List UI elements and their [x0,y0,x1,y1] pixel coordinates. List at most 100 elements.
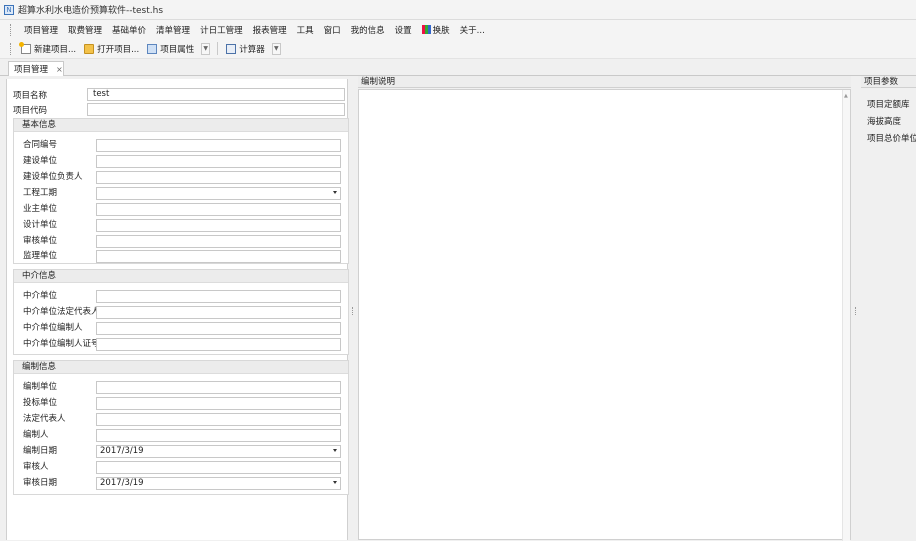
reviewer-input[interactable] [96,461,341,474]
description-header: 编制说明 [358,76,851,88]
calculator-icon [226,43,237,54]
agency-info-group: 中介信息 中介单位 中介单位法定代表人 中介单位编制人 中介单位编制人证号 [13,269,349,355]
project-code-label: 项目代码 [13,105,48,116]
review-date-label: 审核日期 [23,478,58,488]
menu-about[interactable]: 关于... [455,24,490,36]
menu-my-info[interactable]: 我的信息 [346,24,390,36]
param-total-unit[interactable]: 项目总价单位 [867,132,916,144]
legal-rep-label: 法定代表人 [23,414,66,424]
menu-grip [10,23,13,36]
auditor-unit-label: 审核单位 [23,236,58,246]
new-project-icon [19,41,31,54]
compiler-label: 编制人 [23,430,49,440]
splitter-grip [352,307,353,315]
legal-rep-input[interactable] [96,413,341,426]
designer-label: 设计单位 [23,220,58,230]
main-content: 项目名称 test 项目代码 基本信息 合同编号 建设单位 建设单位负责人 工程… [0,76,916,541]
bidder-input[interactable] [96,397,341,410]
auditor-unit-input[interactable] [96,235,341,248]
description-panel: 编制说明 ▲ [358,76,851,541]
menu-bar: 项目管理 取费管理 基础单价 清单管理 计日工管理 报表管理 工具 窗口 我的信… [0,20,916,39]
agency-input[interactable] [96,290,341,303]
menu-window[interactable]: 窗口 [319,24,346,36]
builder-head-input[interactable] [96,171,341,184]
open-project-button[interactable]: 打开项目... [80,43,143,55]
description-scrollbar[interactable]: ▲ [842,90,850,541]
param-quota-library[interactable]: 项目定额库 [867,98,910,110]
compile-info-header[interactable]: 编制信息 [14,361,348,374]
scroll-up-icon[interactable]: ▲ [844,93,848,99]
review-date-combo[interactable]: 2017/3/19 [96,477,341,490]
agency-compiler-label: 中介单位编制人 [23,323,83,333]
builder-input[interactable] [96,155,341,168]
menu-settings[interactable]: 设置 [390,24,417,36]
builder-head-label: 建设单位负责人 [23,172,83,182]
duration-combo[interactable] [96,187,341,200]
app-icon: N [4,4,14,15]
new-project-button[interactable]: 新建项目... [17,41,80,55]
bidder-label: 投标单位 [23,398,58,408]
compile-date-label: 编制日期 [23,446,58,456]
new-project-label: 新建项目... [34,44,77,55]
menu-report[interactable]: 报表管理 [248,24,292,36]
splitter-grip [855,307,856,315]
calculator-button[interactable]: 计算器 [222,43,269,55]
chevron-down-icon[interactable] [333,191,337,194]
menu-skin-label: 换肤 [432,25,450,36]
agency-compiler-input[interactable] [96,322,341,335]
supervisor-input[interactable] [96,250,341,263]
chevron-down-icon[interactable] [333,449,337,452]
compile-info-group: 编制信息 编制单位 投标单位 法定代表人 编制人 编制日期 2017/3/19 … [13,360,349,495]
menu-skin[interactable]: 换肤 [417,24,455,36]
contract-no-input[interactable] [96,139,341,152]
splitter-right[interactable] [851,79,861,540]
menu-bill[interactable]: 清单管理 [151,24,195,36]
owner-input[interactable] [96,203,341,216]
params-panel: 项目参数 项目定额库 海拔高度 项目总价单位 [861,76,916,540]
agency-label: 中介单位 [23,291,58,301]
close-icon[interactable]: × [56,65,63,74]
agency-cert-input[interactable] [96,338,341,351]
compile-unit-label: 编制单位 [23,382,58,392]
compile-date-combo[interactable]: 2017/3/19 [96,445,341,458]
toolbar-separator [217,42,219,55]
agency-info-header[interactable]: 中介信息 [14,270,348,283]
agency-rep-input[interactable] [96,306,341,319]
param-altitude[interactable]: 海拔高度 [867,115,901,127]
project-form-panel: 项目名称 test 项目代码 基本信息 合同编号 建设单位 建设单位负责人 工程… [6,79,349,540]
designer-input[interactable] [96,219,341,232]
window-title: 超算水利水电造价预算软件--test.hs [18,6,164,16]
agency-cert-label: 中介单位编制人证号 [23,339,100,349]
compiler-input[interactable] [96,429,341,442]
project-name-label: 项目名称 [13,90,48,101]
reviewer-label: 审核人 [23,462,49,472]
toolbar-dropdown-1[interactable]: ▼ [201,42,211,55]
description-editor[interactable]: ▲ [358,89,851,541]
title-bar: N 超算水利水电造价预算软件--test.hs [0,0,916,20]
menu-fee[interactable]: 取费管理 [63,24,107,36]
project-name-input[interactable]: test [87,88,345,101]
compile-unit-input[interactable] [96,381,341,394]
toolbar-dropdown-2[interactable]: ▼ [271,42,281,55]
tab-label: 项目管理 [14,65,49,75]
supervisor-label: 监理单位 [23,251,58,261]
review-date-value: 2017/3/19 [100,478,144,488]
splitter-left[interactable] [348,79,358,540]
menu-base-price[interactable]: 基础单价 [107,24,151,36]
menu-daywork[interactable]: 计日工管理 [195,24,248,36]
agency-rep-label: 中介单位法定代表人 [23,307,100,317]
project-props-label: 项目属性 [160,44,195,55]
project-props-button[interactable]: 项目属性 [143,43,198,55]
params-header: 项目参数 [861,76,916,88]
menu-project[interactable]: 项目管理 [19,24,63,36]
basic-info-header[interactable]: 基本信息 [14,119,348,132]
tab-project-management[interactable]: 项目管理 × [8,61,64,76]
menu-tools[interactable]: 工具 [292,24,319,36]
calculator-label: 计算器 [239,44,265,55]
toolbar: 新建项目... 打开项目... 项目属性 ▼ 计算器 ▼ [0,39,916,59]
project-code-input[interactable] [87,103,345,116]
chevron-down-icon[interactable] [333,481,337,484]
builder-label: 建设单位 [23,156,58,166]
properties-icon [147,43,158,54]
folder-open-icon [84,43,95,54]
